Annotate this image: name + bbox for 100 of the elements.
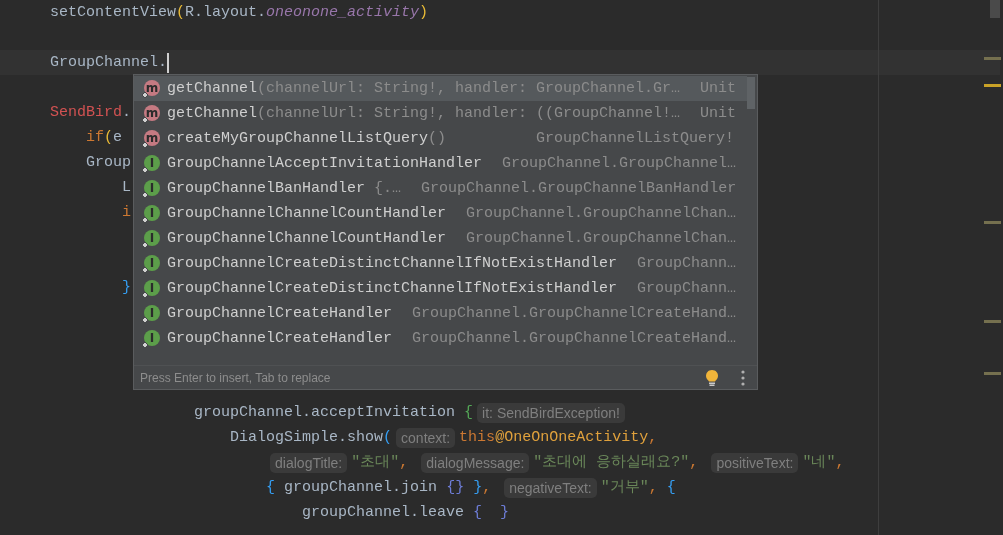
comma: , (648, 478, 658, 498)
completion-name: getChannel (167, 105, 257, 122)
interface-icon: I (141, 203, 161, 224)
interface-icon: I (141, 328, 161, 349)
return-type: Unit (699, 105, 737, 122)
string-literal: "초대에 응하실래요?" (533, 453, 690, 473)
interface-icon: I (141, 178, 161, 199)
comma: , (835, 453, 845, 473)
return-type: GroupChannel.GroupChannelBanHandler (420, 180, 737, 197)
code-text: e (113, 128, 123, 148)
completion-item[interactable]: I GroupChannelBanHandler {.… GroupChannel.GroupChannelBanHandler (134, 176, 747, 201)
interface-icon: I (141, 153, 161, 174)
code-text: Group (86, 153, 132, 173)
completion-item[interactable]: I GroupChannelCreateDistinctChannelIfNotExistHandler GroupChann… (134, 276, 747, 301)
hint-text: Press Enter to insert, Tab to replace (140, 370, 331, 385)
code-text: setContentView (50, 3, 177, 23)
code-text: . (122, 103, 132, 123)
parameter-hint: context: (396, 427, 456, 448)
bracket: {} (446, 478, 465, 498)
text-caret (167, 52, 170, 73)
completion-name: GroupChannelCreateDistinctChannelIfNotExistHandler (167, 280, 618, 297)
return-type: GroupChannel.GroupChannelCreateHand… (411, 305, 737, 322)
string-literal: "네" (802, 453, 836, 473)
lightbulb-icon[interactable] (705, 368, 719, 387)
bracket: { } (473, 503, 510, 523)
code-text: R.layout. (185, 3, 267, 23)
parameter-hint: negativeText: (504, 477, 597, 498)
completion-name: GroupChannelAcceptInvitationHandler (167, 155, 483, 172)
stripe-mark[interactable] (984, 221, 1001, 224)
bracket: { (666, 478, 676, 498)
method-icon: m (141, 78, 161, 99)
bracket: ( (104, 128, 114, 148)
bracket: } (122, 278, 132, 298)
scrollbar-thumb[interactable] (990, 0, 1000, 18)
stripe-mark[interactable] (984, 320, 1001, 323)
parameter-hint: it: SendBirdException! (477, 402, 625, 423)
return-type: GroupChannel.GroupChannelChan… (465, 205, 737, 222)
keyword: if (86, 128, 105, 148)
completion-signature: () (428, 130, 447, 147)
string-literal: "초대" (351, 453, 400, 473)
return-type: GroupChannel.GroupChannelCreateHand… (411, 330, 737, 347)
stripe-mark[interactable] (984, 57, 1001, 60)
parameter-hint: dialogTitle: (270, 452, 348, 473)
completion-item[interactable]: m getChannel(channelUrl: String!, handler: ((GroupChannel!… Unit (134, 101, 747, 126)
return-type: GroupChann… (636, 255, 737, 272)
return-type: GroupChannel.GroupChannelChan… (465, 230, 737, 247)
completion-item[interactable]: I GroupChannelChannelCountHandler GroupChannel.GroupChannelChan… (134, 226, 747, 251)
this-label: @OneOnOneActivity (495, 428, 649, 448)
completion-signature: {.… (374, 180, 402, 197)
interface-icon: I (141, 253, 161, 274)
return-type: GroupChann… (636, 280, 737, 297)
completion-signature: (channelUrl: String!, handler: ((GroupChannel!… (257, 105, 681, 122)
comma: , (648, 428, 658, 448)
keyword: this (459, 428, 496, 448)
parameter-hint: positiveText: (711, 452, 799, 473)
field-name: oneonone_activity (266, 3, 420, 23)
scrollbar-thumb[interactable] (747, 77, 755, 109)
completion-item[interactable]: I GroupChannelCreateHandler GroupChannel.GroupChannelCreateHand… (134, 326, 747, 351)
string-literal: "거부" (600, 478, 649, 498)
keyword: i (122, 203, 132, 223)
code-text: GroupChannel. (50, 53, 168, 73)
more-icon[interactable] (741, 369, 745, 386)
completion-item[interactable]: m createMyGroupChannelListQuery() GroupChannelListQuery! (134, 126, 747, 151)
completion-name: GroupChannelCreateDistinctChannelIfNotExistHandler (167, 255, 618, 272)
return-type: GroupChannel.GroupChannel… (501, 155, 737, 172)
method-icon: m (141, 103, 161, 124)
completion-item[interactable]: I GroupChannelAcceptInvitationHandler GroupChannel.GroupChannel… (134, 151, 747, 176)
comma: , (482, 478, 492, 498)
completion-name: createMyGroupChannelListQuery (167, 130, 429, 147)
comma: , (689, 453, 699, 473)
completion-name: GroupChannelChannelCountHandler (167, 205, 447, 222)
parameter-hint: dialogMessage: (421, 452, 530, 473)
return-type: GroupChannelListQuery! (534, 130, 734, 147)
bracket: { (266, 478, 276, 498)
interface-icon: I (141, 278, 161, 299)
completion-item[interactable]: I GroupChannelCreateHandler GroupChannel.GroupChannelCreateHand… (134, 301, 747, 326)
stripe-mark[interactable] (984, 84, 1001, 87)
completion-name: GroupChannelChannelCountHandler (167, 230, 447, 247)
bracket: ( (383, 428, 393, 448)
stripe-mark[interactable] (984, 372, 1001, 375)
interface-icon: I (141, 228, 161, 249)
bracket: { (464, 403, 474, 423)
completion-name: GroupChannelCreateHandler (167, 330, 393, 347)
bracket: ( (176, 3, 186, 23)
unresolved-reference: SendBird (50, 103, 122, 123)
completion-name: getChannel (167, 80, 257, 97)
code-text: groupChannel.join (284, 478, 438, 498)
bracket: ) (419, 3, 429, 23)
bracket: } (473, 478, 483, 498)
completion-item[interactable]: I GroupChannelCreateDistinctChannelIfNotExistHandler GroupChann… (134, 251, 747, 276)
code-text: groupChannel.leave (302, 503, 465, 523)
method-icon: m (141, 128, 161, 149)
code-text: L (122, 178, 132, 198)
code-text: DialogSimple.show (230, 428, 384, 448)
completion-name: GroupChannelBanHandler (167, 180, 366, 197)
comma: , (399, 453, 409, 473)
code-text: groupChannel.acceptInvitation (194, 403, 456, 423)
interface-icon: I (141, 303, 161, 324)
completion-name: GroupChannelCreateHandler (167, 305, 393, 322)
completion-item[interactable]: I GroupChannelChannelCountHandler GroupChannel.GroupChannelChan… (134, 201, 747, 226)
